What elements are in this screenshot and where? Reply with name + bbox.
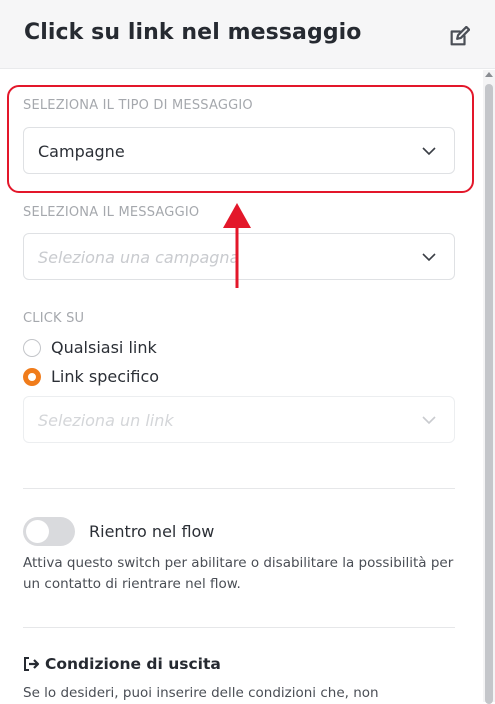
reentry-help-text: Attiva questo switch per abilitare o dis…: [23, 555, 454, 592]
radio-any-link[interactable]: Qualsiasi link: [23, 338, 157, 357]
scroll-thumb[interactable]: [485, 84, 493, 704]
exit-condition-text: Se lo desideri, puoi inserire delle cond…: [23, 685, 379, 701]
panel-header: Click su link nel messaggio: [0, 0, 495, 69]
radio-specific-link[interactable]: Link specifico: [23, 367, 159, 386]
radio-specific-link-label: Link specifico: [51, 367, 160, 386]
exit-condition-heading: Condizione di uscita: [23, 655, 221, 673]
scroll-up-icon[interactable]: [485, 72, 493, 77]
reentry-label: Rientro nel flow: [89, 522, 215, 541]
up-arrow-icon: [223, 203, 251, 288]
message-placeholder: Seleziona una campagna: [38, 248, 240, 267]
edit-icon[interactable]: [448, 26, 470, 48]
divider: [23, 627, 455, 628]
exit-condition-title: Condizione di uscita: [45, 655, 221, 673]
radio-button-checked[interactable]: [23, 367, 41, 386]
chevron-down-icon: [422, 253, 436, 262]
toggle-knob: [26, 520, 49, 543]
scrollbar[interactable]: [483, 70, 495, 704]
message-label: SELEZIONA IL MESSAGGIO: [23, 205, 200, 220]
click-label: CLICK SU: [23, 311, 85, 326]
radio-any-link-label: Qualsiasi link: [51, 338, 157, 357]
divider: [23, 488, 455, 489]
link-select[interactable]: Seleziona un link: [23, 396, 455, 443]
chevron-down-icon: [422, 416, 436, 425]
page-title: Click su link nel messaggio: [24, 20, 362, 45]
radio-button[interactable]: [23, 338, 41, 357]
link-placeholder: Seleziona un link: [38, 411, 174, 430]
reentry-toggle[interactable]: [23, 517, 75, 546]
sign-out-icon: [24, 657, 40, 671]
highlight-annotation: [7, 85, 474, 193]
